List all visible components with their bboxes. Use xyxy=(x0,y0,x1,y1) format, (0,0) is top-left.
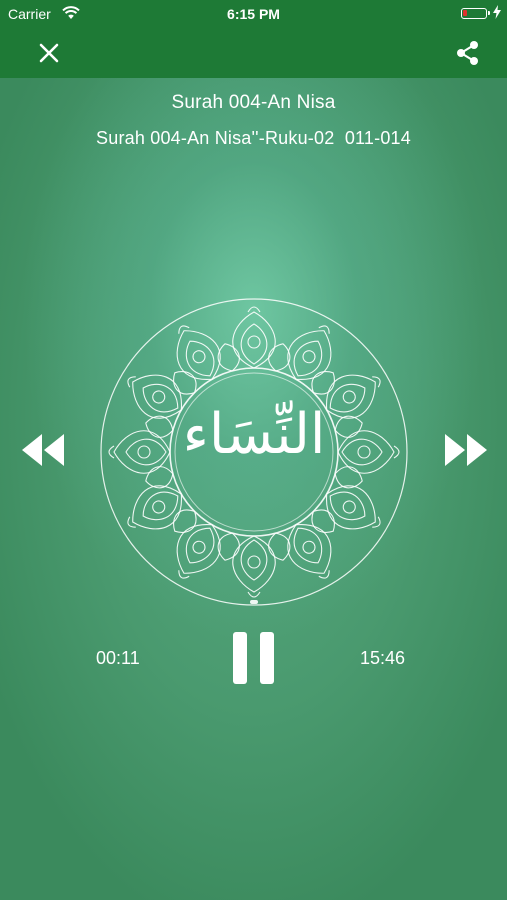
pause-icon xyxy=(233,632,247,684)
nav-bar xyxy=(0,28,507,78)
surah-arabic-name: النِّسَاء xyxy=(182,402,326,467)
rewind-icon xyxy=(22,434,64,466)
progress-slider[interactable] xyxy=(99,600,409,604)
share-button[interactable] xyxy=(453,38,483,68)
fast-forward-icon xyxy=(445,434,487,466)
track-title: Surah 004-An Nisa xyxy=(171,92,336,113)
status-bar: Carrier 6:15 PM xyxy=(0,0,507,28)
charging-bolt-icon xyxy=(493,5,501,22)
clock: 6:15 PM xyxy=(227,6,280,22)
share-icon xyxy=(457,41,478,65)
fast-forward-button[interactable] xyxy=(443,432,489,468)
pause-button[interactable] xyxy=(233,632,275,684)
battery-level xyxy=(463,10,467,16)
progress-thumb[interactable] xyxy=(250,600,258,604)
total-duration: 15:46 xyxy=(360,648,406,668)
close-button[interactable] xyxy=(34,38,64,68)
elapsed-time: 00:11 xyxy=(96,648,140,668)
rewind-button[interactable] xyxy=(20,432,66,468)
close-icon xyxy=(39,43,59,63)
track-subtitle: Surah 004-An Nisa''-Ruku-02 011-014 xyxy=(96,128,411,148)
battery-icon xyxy=(461,8,490,19)
